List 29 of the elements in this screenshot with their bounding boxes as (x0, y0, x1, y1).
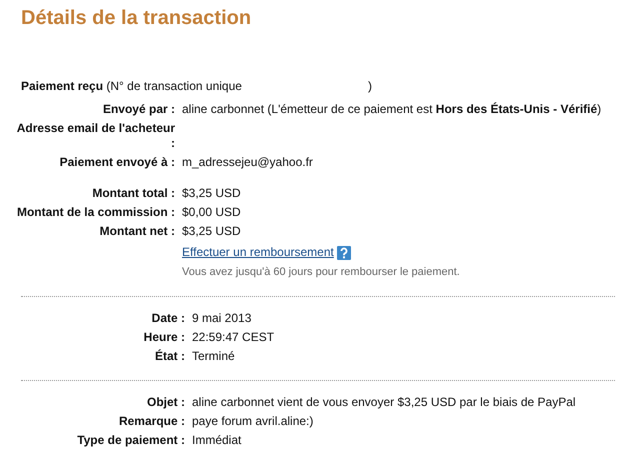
field-label: Montant net : (98, 224, 175, 239)
field-label: Heure : (142, 330, 185, 345)
field-value: aline carbonnet vient de vous envoyer $3,25 USD par le biais de PayPal (192, 395, 576, 410)
field-value: Immédiat (192, 433, 242, 448)
field-label: Adresse email de l'acheteur : (16, 121, 175, 151)
field-label: Type de paiement : (76, 433, 185, 448)
field-label: Montant de la commission : (16, 205, 175, 220)
field-value: m_adressejeu@yahoo.fr (182, 155, 313, 170)
field-label: Envoyé par : (102, 102, 175, 117)
help-icon[interactable] (336, 246, 351, 260)
field-value: aline carbonnet (L'émetteur de ce paiement est Hors des États-Unis - Vérifié) (182, 102, 602, 117)
page-title: Détails de la transaction (20, 6, 252, 30)
field-label: Montant total : (91, 186, 175, 201)
field-label: Objet : (146, 395, 185, 410)
field-label: État : (154, 349, 185, 364)
field-label: Remarque : (118, 414, 185, 429)
field-value: 9 mai 2013 (192, 311, 252, 326)
field-label: Paiement envoyé à : (58, 155, 175, 170)
transaction-heading: Paiement reçu (N° de transaction unique (21, 79, 242, 94)
field-value: 22:59:47 CEST (192, 330, 274, 345)
refund-note: Vous avez jusqu'à 60 jours pour rembourser le paiement. (182, 266, 461, 279)
field-value: $3,25 USD (182, 224, 241, 239)
refund-link[interactable]: Effectuer un remboursement (182, 245, 334, 260)
field-value: paye forum avril.aline:) (192, 414, 314, 429)
field-label: Date : (150, 311, 185, 326)
closing-parenthesis: ) (368, 79, 372, 94)
field-value: $0,00 USD (182, 205, 241, 220)
field-value: $3,25 USD (182, 186, 241, 201)
field-value: Terminé (192, 349, 235, 364)
